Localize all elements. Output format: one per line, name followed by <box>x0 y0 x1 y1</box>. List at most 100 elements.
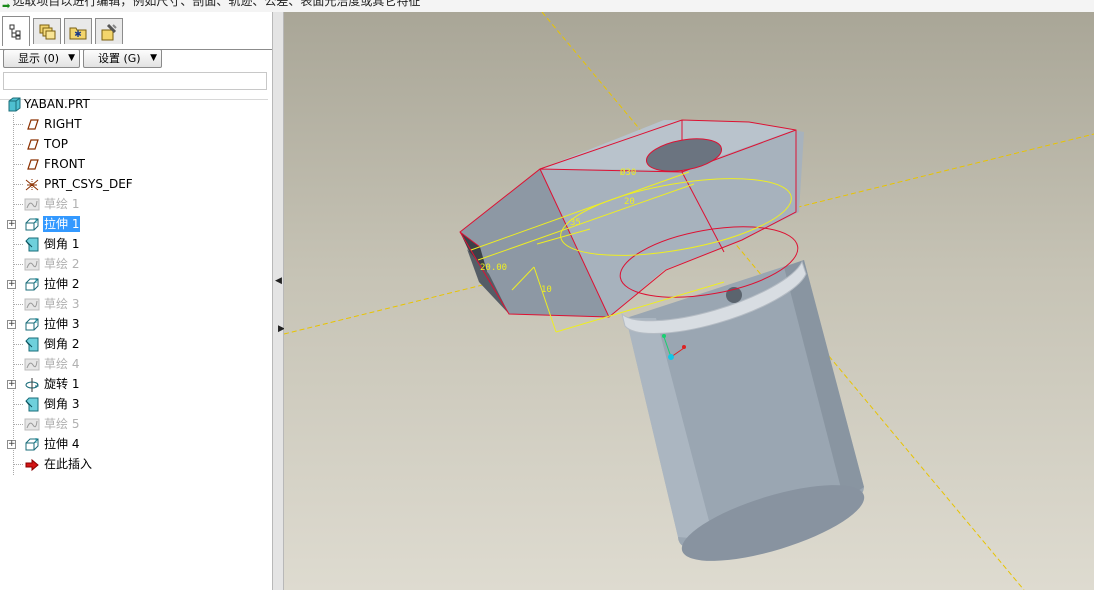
tree-item[interactable]: + 拉伸 2 <box>0 274 268 294</box>
tree-filter-field[interactable] <box>3 72 267 90</box>
show-dropdown-button[interactable]: 显示 (0) ▼ <box>3 49 80 68</box>
tree-item[interactable]: 倒角 2 <box>0 334 268 354</box>
tree-item[interactable]: 倒角 1 <box>0 234 268 254</box>
tab-favorites[interactable]: ✱ <box>64 18 92 44</box>
navigator-tabs: ✱ <box>0 16 273 50</box>
sketch-icon <box>24 298 40 311</box>
sketch-icon <box>24 198 40 211</box>
tree-item-label: FRONT <box>44 157 85 171</box>
tree-item[interactable]: 草绘 5 <box>0 414 268 434</box>
tree-item[interactable]: + 拉伸 4 <box>0 434 268 454</box>
panel-splitter[interactable]: ◀ ▶ <box>272 12 285 590</box>
sketch-icon <box>24 358 40 371</box>
tree-item[interactable]: 在此插入 <box>0 454 268 474</box>
tree-item-label: 草绘 2 <box>44 257 80 271</box>
tree-item[interactable]: 草绘 2 <box>0 254 268 274</box>
tree-item[interactable]: 草绘 1 <box>0 194 268 214</box>
tree-connector <box>14 244 23 245</box>
expand-toggle-icon[interactable]: + <box>7 220 16 229</box>
settings-dropdown-button[interactable]: 设置 (G) ▼ <box>83 49 162 68</box>
tree-item[interactable]: RIGHT <box>0 114 268 134</box>
tree-connector <box>14 184 23 185</box>
tree-connector <box>14 164 23 165</box>
revolve-icon <box>25 378 39 392</box>
tree-connector <box>14 124 23 125</box>
extrude-icon <box>25 278 39 291</box>
tree-item[interactable]: FRONT <box>0 154 268 174</box>
chamfer-icon <box>25 337 39 352</box>
tree-item-label: 旋转 1 <box>44 377 80 391</box>
extrude-icon <box>25 438 39 451</box>
tree-connector <box>14 264 23 265</box>
tree-connector <box>14 204 23 205</box>
favorites-icon: ✱ <box>69 27 87 40</box>
tree-item-label: 拉伸 3 <box>44 317 80 331</box>
message-text: 选取项目以进行编辑，例如尺寸、剖面、轨迹、公差、表面光洁度或其它特征 <box>12 0 421 8</box>
dim-20[interactable]: 20 <box>624 197 635 207</box>
tools-icon <box>101 23 117 40</box>
caret-down-icon: ▼ <box>68 53 75 63</box>
tree-item[interactable]: 倒角 3 <box>0 394 268 414</box>
tree-item-label: RIGHT <box>44 117 82 131</box>
show-button-label: 显示 (0) <box>18 52 60 65</box>
chamfer-icon <box>25 397 39 412</box>
cylinder-body <box>621 260 865 561</box>
tree-item-label: 草绘 1 <box>44 197 80 211</box>
expand-toggle-icon[interactable]: + <box>7 280 16 289</box>
tree-root-label: YABAN.PRT <box>24 97 90 111</box>
csys-icon <box>25 179 39 191</box>
expand-toggle-icon[interactable]: + <box>7 440 16 449</box>
dim-diameter-30[interactable]: Ø30 <box>620 167 636 178</box>
tree-root-row[interactable]: YABAN.PRT <box>0 94 268 114</box>
prompt-arrow-icon: ➡ <box>2 1 11 12</box>
chamfer-icon <box>25 237 39 252</box>
tree-item-label: 倒角 3 <box>44 397 80 411</box>
tree-connector <box>14 424 23 425</box>
tree-item-label: 倒角 2 <box>44 337 80 351</box>
tree-connector <box>14 464 23 465</box>
tree-connector <box>14 144 23 145</box>
tree-item-label: 在此插入 <box>44 457 93 471</box>
extrude-icon <box>25 318 39 331</box>
caret-down-icon: ▼ <box>150 53 157 63</box>
part-icon <box>8 97 21 112</box>
tree-item-label: PRT_CSYS_DEF <box>44 177 133 191</box>
tree-item-label: 拉伸 2 <box>44 277 80 291</box>
dim-35[interactable]: 35 <box>570 218 581 228</box>
expand-toggle-icon[interactable]: + <box>7 380 16 389</box>
tree-connector <box>14 344 23 345</box>
tree-toolbar: 显示 (0) ▼ 设置 (G) ▼ <box>2 49 272 69</box>
collapse-left-icon[interactable]: ◀ <box>275 276 282 286</box>
tree-connector <box>14 364 23 365</box>
dim-20-00[interactable]: 20.00 <box>480 263 507 273</box>
datum-plane-icon <box>27 119 39 130</box>
tree-connector <box>14 404 23 405</box>
tab-folder-browser[interactable] <box>33 18 61 44</box>
tree-item[interactable]: + 旋转 1 <box>0 374 268 394</box>
tree-item[interactable]: + 拉伸 1 <box>0 214 268 234</box>
tree-item-label: 拉伸 4 <box>44 437 80 451</box>
tree-item-label: 拉伸 1 <box>43 216 81 232</box>
datum-plane-icon <box>27 139 39 150</box>
tree-item[interactable]: 草绘 3 <box>0 294 268 314</box>
datum-plane-icon <box>27 159 39 170</box>
graphics-window[interactable]: Ø30 20 35 10 20.00 <box>284 12 1094 590</box>
tree-item[interactable]: + 拉伸 3 <box>0 314 268 334</box>
tab-model-tree[interactable] <box>2 16 30 46</box>
tab-tools[interactable] <box>95 18 123 44</box>
model-view[interactable]: Ø30 20 35 10 20.00 <box>284 12 1094 590</box>
settings-button-label: 设置 (G) <box>98 52 141 65</box>
model-tree: YABAN.PRT RIGHT TOP FRONT PRT_CSYS_DEF 草绘 1 +… <box>0 94 268 584</box>
sketch-icon <box>24 258 40 271</box>
svg-text:✱: ✱ <box>74 30 82 40</box>
model-tree-icon <box>9 24 21 39</box>
tree-item[interactable]: 草绘 4 <box>0 354 268 374</box>
insert-here-icon <box>25 458 39 472</box>
tree-item-label: 草绘 4 <box>44 357 80 371</box>
tree-item-label: 草绘 3 <box>44 297 80 311</box>
tree-item[interactable]: TOP <box>0 134 268 154</box>
tree-item[interactable]: PRT_CSYS_DEF <box>0 174 268 194</box>
expand-toggle-icon[interactable]: + <box>7 320 16 329</box>
dim-10[interactable]: 10 <box>541 285 552 295</box>
sketch-icon <box>24 418 40 431</box>
